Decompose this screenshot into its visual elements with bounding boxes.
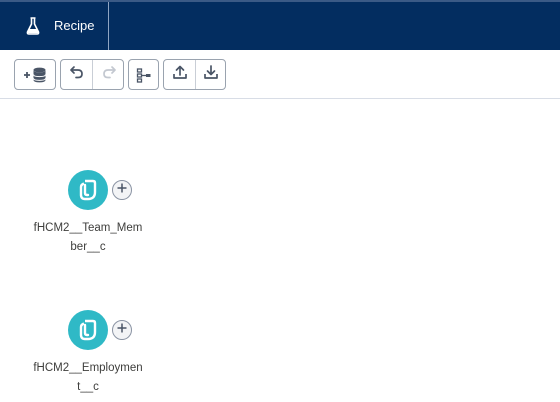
add-data-button[interactable]: [14, 59, 56, 90]
plus-icon: [116, 181, 128, 199]
hierarchy-icon: [136, 67, 152, 83]
toolbar: [0, 50, 560, 99]
tab-recipe-label: Recipe: [54, 18, 95, 33]
import-export-group: [163, 59, 226, 90]
dataset-node[interactable]: fHCM2__Employmen t__c: [28, 310, 148, 400]
tab-recipe[interactable]: Recipe: [0, 2, 109, 50]
download-button[interactable]: [196, 60, 225, 89]
plus-icon: [116, 321, 128, 339]
node-circle[interactable]: [68, 170, 108, 210]
node-label-line: fHCM2__Team_Mem: [33, 222, 143, 234]
node-label-line: fHCM2__Employmen: [33, 362, 143, 374]
download-icon: [203, 64, 219, 85]
undo-icon: [69, 64, 85, 85]
node-label-line: ber__c: [70, 241, 106, 253]
add-node-button[interactable]: [112, 180, 132, 200]
undo-button[interactable]: [61, 60, 92, 89]
add-database-icon: [22, 66, 48, 84]
add-node-button[interactable]: [112, 320, 132, 340]
node-label-line: t__c: [77, 381, 99, 393]
node-circle[interactable]: [68, 310, 108, 350]
redo-button[interactable]: [93, 60, 123, 89]
node-label: fHCM2__Employmen t__c: [28, 359, 148, 397]
undo-redo-group: [60, 59, 124, 90]
recipe-canvas[interactable]: fHCM2__Team_Mem ber__c fHCM2__Employmen …: [0, 100, 560, 402]
flask-icon: [25, 16, 41, 36]
upload-button[interactable]: [164, 60, 195, 89]
redo-icon: [101, 64, 117, 85]
layout-button[interactable]: [128, 59, 159, 90]
upload-icon: [172, 64, 188, 85]
app-header: Recipe: [0, 0, 560, 50]
dataset-node[interactable]: fHCM2__Team_Mem ber__c: [28, 170, 148, 260]
node-label: fHCM2__Team_Mem ber__c: [28, 219, 148, 257]
